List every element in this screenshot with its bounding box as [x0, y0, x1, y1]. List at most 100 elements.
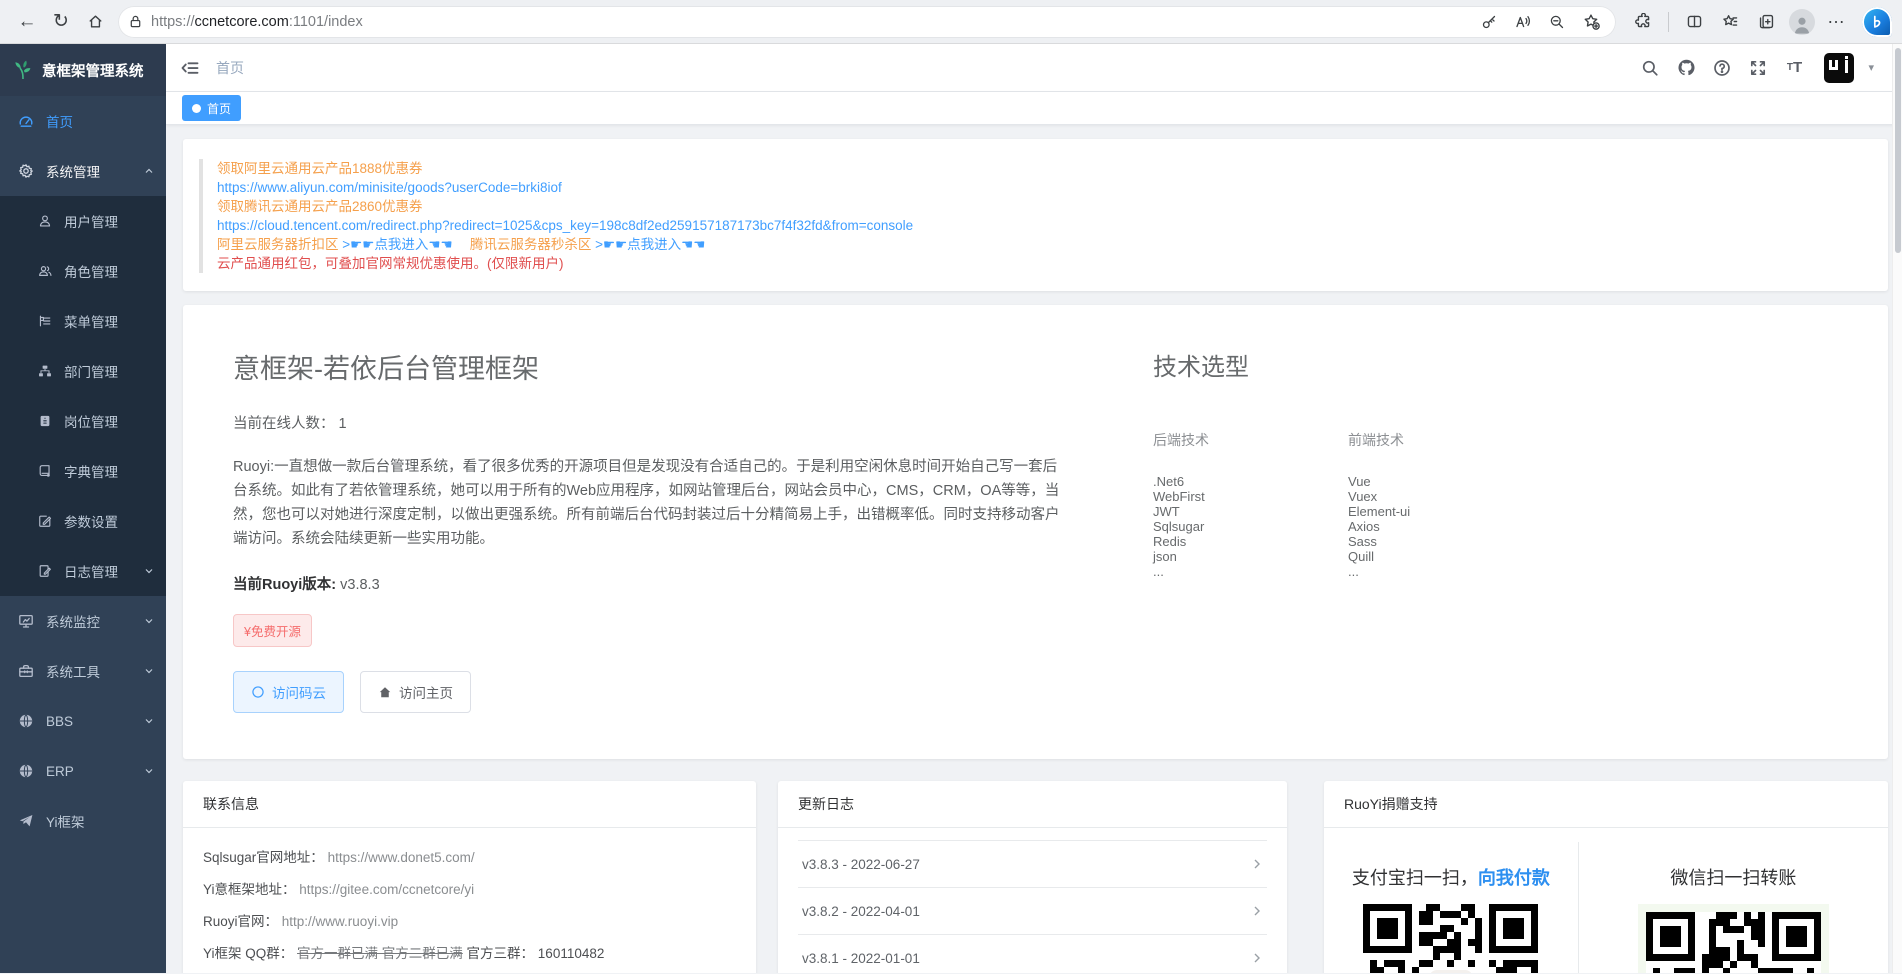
chevron-right-icon	[1251, 905, 1263, 917]
browser-home-button[interactable]	[78, 5, 112, 39]
sidebar-item-erp[interactable]: ERP	[0, 746, 166, 796]
sidebar-item-role-mgmt[interactable]: 角色管理	[0, 246, 166, 296]
favorites-icon[interactable]	[1713, 5, 1747, 39]
sidebar-item-dept-mgmt[interactable]: 部门管理	[0, 346, 166, 396]
sidebar-item-user-mgmt[interactable]: 用户管理	[0, 196, 166, 246]
tencent-enter-link[interactable]: >☛☛点我进入☚☚	[595, 237, 705, 252]
changelog-row[interactable]: v3.8.3 - 2022-06-27	[798, 841, 1267, 888]
sidebar-item-log-mgmt[interactable]: 日志管理	[0, 546, 166, 596]
donate-card-title: RuoYi捐赠支持	[1324, 781, 1888, 828]
sidebar-item-param-settings[interactable]: 参数设置	[0, 496, 166, 546]
sitemap-icon	[38, 364, 52, 378]
extensions-icon[interactable]	[1626, 5, 1660, 39]
contact-row: Ruoyi官网： http://www.ruoyi.vip	[203, 912, 736, 931]
sidebar-submenu-system: 用户管理 角色管理 菜单管理 部门管理 岗位管理 字典管理	[0, 196, 166, 596]
wechat-column: 微信扫一扫转账	[1578, 842, 1888, 973]
zoom-out-icon[interactable]	[1542, 7, 1572, 37]
sidebar-item-system-mgmt[interactable]: 系统管理	[0, 146, 166, 196]
changelog-row[interactable]: v3.8.1 - 2022-01-01	[798, 935, 1267, 973]
notice-line-aliyun-coupon: 领取阿里云通用云产品1888优惠券	[217, 159, 1864, 178]
sidebar-item-system-tools[interactable]: 系统工具	[0, 646, 166, 696]
contact-row: Sqlsugar官网地址： https://www.donet5.com/	[203, 848, 736, 867]
home-icon	[87, 13, 104, 30]
collections-icon[interactable]	[1749, 5, 1783, 39]
add-favorite-icon[interactable]	[1576, 7, 1606, 37]
home-icon	[378, 685, 392, 699]
aliyun-enter-link[interactable]: >☛☛点我进入☚☚	[342, 237, 452, 252]
browser-back-button[interactable]: ←	[10, 5, 44, 39]
visit-homepage-button[interactable]: 访问主页	[360, 671, 471, 713]
dashboard-icon	[18, 113, 34, 129]
browser-menu-icon[interactable]: …	[1821, 7, 1852, 36]
log-icon	[38, 564, 52, 578]
user-avatar[interactable]	[1824, 53, 1854, 83]
tag-home[interactable]: 首页	[182, 95, 241, 121]
globe-icon	[18, 713, 34, 729]
visit-gitee-button[interactable]: 访问码云	[233, 671, 344, 713]
sidebar-logo[interactable]: 意框架管理系统	[0, 44, 166, 96]
changelog-card: 更新日志 v3.8.3 - 2022-06-27 v3.8.2 - 2022-0…	[778, 781, 1287, 973]
free-open-source-tag: ¥免费开源	[233, 614, 312, 647]
notice-link-tencent[interactable]: https://cloud.tencent.com/redirect.php?r…	[217, 216, 1864, 235]
url-host: ccnetcore.com	[195, 14, 289, 30]
notice-card: 领取阿里云通用云产品1888优惠券 https://www.aliyun.com…	[183, 139, 1888, 291]
monitor-icon	[18, 613, 34, 629]
changelog-row[interactable]: v3.8.2 - 2022-04-01	[798, 888, 1267, 935]
sidebar-item-bbs[interactable]: BBS	[0, 696, 166, 746]
profile-avatar[interactable]	[1785, 5, 1819, 39]
tags-view-bar: 首页	[166, 92, 1902, 125]
sidebar-item-home[interactable]: 首页	[0, 96, 166, 146]
browser-chrome: ← ↻ https://ccnetcore.com:1101/index …	[0, 0, 1902, 44]
contact-row: Yi框架 QQ群： 官方一群已满 官方二群已满 官方三群： 160110482	[203, 944, 736, 963]
sidebar-item-system-monitor[interactable]: 系统监控	[0, 596, 166, 646]
notice-link-aliyun[interactable]: https://www.aliyun.com/minisite/goods?us…	[217, 178, 1864, 197]
sidebar-item-dict-mgmt[interactable]: 字典管理	[0, 446, 166, 496]
avatar-caret-icon[interactable]: ▾	[1868, 61, 1874, 74]
github-icon[interactable]	[1674, 56, 1698, 80]
search-icon[interactable]	[1638, 56, 1662, 80]
contact-card-title: 联系信息	[183, 781, 756, 828]
breadcrumb[interactable]: 首页	[216, 58, 244, 78]
toolbox-icon	[18, 663, 34, 679]
address-bar[interactable]: https://ccnetcore.com:1101/index	[118, 6, 1616, 38]
split-screen-icon[interactable]	[1677, 5, 1711, 39]
online-count: 1	[339, 416, 347, 432]
gitee-icon	[251, 685, 265, 699]
donate-card: RuoYi捐赠支持 支付宝扫一扫，向我付款 微信扫一扫转账	[1324, 781, 1888, 973]
tree-list-icon	[38, 314, 52, 328]
chevron-down-icon	[144, 566, 154, 576]
help-icon[interactable]	[1710, 56, 1734, 80]
user-icon	[38, 214, 52, 228]
read-aloud-icon[interactable]	[1508, 7, 1538, 37]
pay-me-link[interactable]: 向我付款	[1478, 868, 1550, 888]
active-dot-icon	[192, 104, 201, 113]
font-size-icon[interactable]: TT	[1782, 56, 1806, 80]
frontend-tech-column: 前端技术 Vue Vuex Element-ui Axios Sass Quil…	[1348, 408, 1543, 579]
notice-line-tencent-coupon: 领取腾讯云通用云产品2860优惠券	[217, 197, 1864, 216]
plant-logo-icon	[12, 59, 34, 81]
wechat-transfer-label: 微信扫一扫转账	[1670, 864, 1796, 890]
person-icon	[1791, 13, 1813, 35]
password-key-icon[interactable]	[1474, 7, 1504, 37]
browser-refresh-button[interactable]: ↻	[44, 5, 78, 39]
gear-icon	[18, 163, 34, 179]
sidebar-item-yi-framework[interactable]: Yi框架	[0, 796, 166, 846]
sidebar: 意框架管理系统 首页 系统管理 用户管理 角色管理 菜单管理	[0, 44, 166, 973]
bing-copilot-icon[interactable]	[1862, 7, 1892, 37]
sidebar-item-menu-mgmt[interactable]: 菜单管理	[0, 296, 166, 346]
chevron-down-icon	[144, 716, 154, 726]
url-text[interactable]: https://ccnetcore.com:1101/index	[151, 14, 363, 30]
intro-paragraph: Ruoyi:一直想做一款后台管理系统，看了很多优秀的开源项目但是发现没有合适自己…	[233, 455, 1063, 551]
version-value: v3.8.3	[340, 577, 380, 593]
version-line: 当前Ruoyi版本: v3.8.3	[233, 573, 1063, 594]
page-scrollbar[interactable]	[1892, 44, 1902, 973]
scrollbar-thumb[interactable]	[1895, 48, 1901, 253]
notice-line-server-zones: 阿里云服务器折扣区 >☛☛点我进入☚☚ 腾讯云服务器秒杀区 >☛☛点我进入☚☚	[217, 235, 1864, 254]
sidebar-item-post-mgmt[interactable]: 岗位管理	[0, 396, 166, 446]
sidebar-fold-icon[interactable]	[180, 58, 200, 78]
page-content: 领取阿里云通用云产品1888优惠券 https://www.aliyun.com…	[166, 125, 1902, 973]
app-title: 意框架管理系统	[42, 60, 144, 81]
fullscreen-icon[interactable]	[1746, 56, 1770, 80]
tech-title: 技术选型	[1153, 347, 1543, 382]
post-badge-icon	[38, 414, 52, 428]
